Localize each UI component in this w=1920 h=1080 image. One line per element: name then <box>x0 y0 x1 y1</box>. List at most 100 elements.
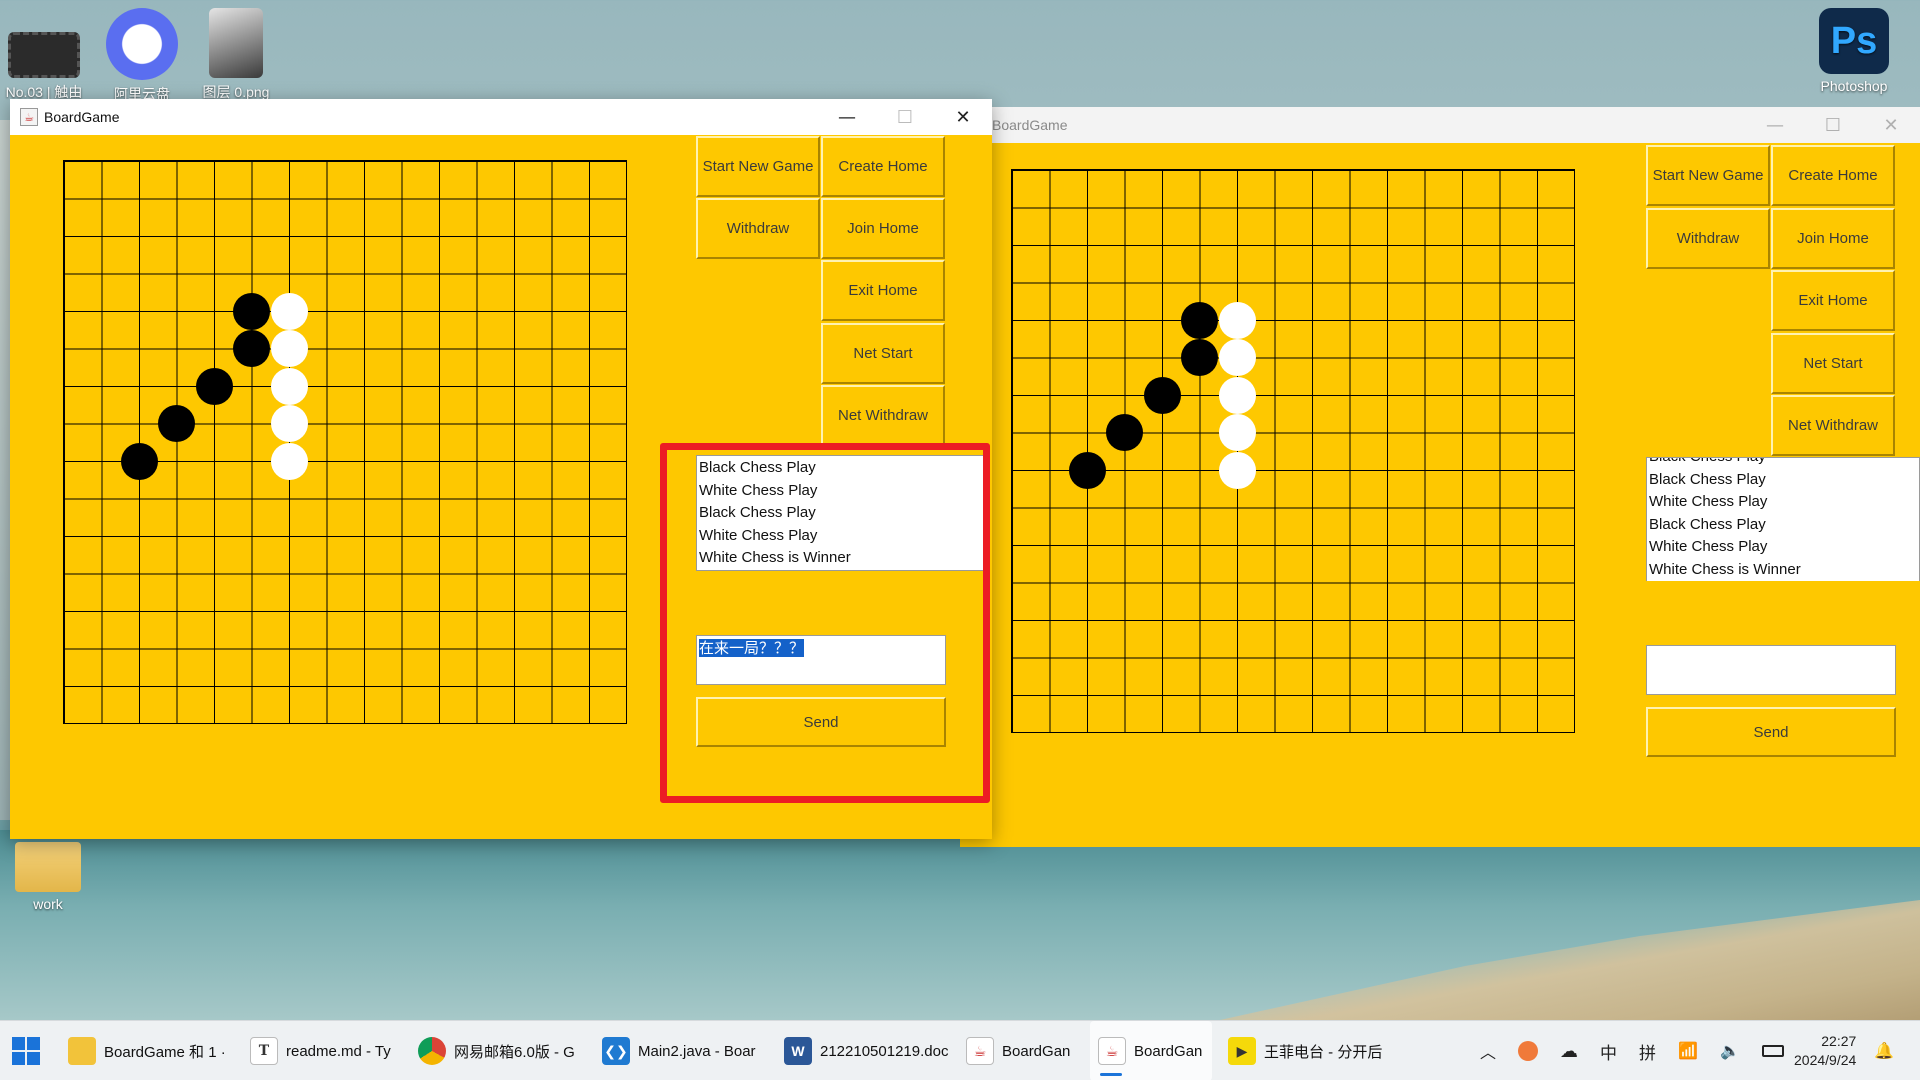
desktop-icon-label: work <box>33 896 63 912</box>
typora-icon: T <box>250 1037 278 1065</box>
window-title: BoardGame <box>992 117 1068 133</box>
log-line: White Chess Play <box>1649 493 1768 510</box>
taskbar-item-vscode[interactable]: ❮❯ Main2.java - Boar <box>602 1021 762 1080</box>
volume-icon[interactable]: 🔈 <box>1720 1041 1740 1061</box>
game-board[interactable] <box>63 160 627 724</box>
white-stone <box>1218 414 1256 451</box>
withdraw-button[interactable]: Withdraw <box>1646 208 1770 269</box>
image-file-icon <box>209 8 263 78</box>
log-line: Black Chess Play <box>1649 470 1766 488</box>
java-app-icon: ☕ <box>20 108 38 126</box>
taskbar-item-label: 网易邮箱6.0版 - G <box>454 1043 575 1061</box>
net-withdraw-button[interactable]: Net Withdraw <box>1771 395 1895 456</box>
java-icon: ☕ <box>1098 1037 1126 1065</box>
photoshop-icon: Ps <box>1819 8 1889 74</box>
create-home-button[interactable]: Create Home <box>1771 145 1895 206</box>
maximize-button[interactable]: ☐ <box>876 99 934 135</box>
word-icon: W <box>784 1037 812 1065</box>
net-start-button[interactable]: Net Start <box>1771 333 1895 394</box>
system-tray: ︿ ☁ 中 拼 📶 🔈 <box>1480 1021 1784 1080</box>
taskbar-item-typora[interactable]: T readme.md - Ty <box>250 1021 400 1080</box>
notification-button[interactable]: 🔔 <box>1874 1021 1894 1080</box>
desktop-icon-video[interactable]: No.03 | 触由 <box>4 8 84 102</box>
taskbar-item-label: 王菲电台 - 分开后 <box>1264 1043 1383 1061</box>
net-withdraw-button[interactable]: Net Withdraw <box>821 385 945 446</box>
chevron-up-icon[interactable]: ︿ <box>1480 1039 1496 1063</box>
taskbar-item-player[interactable]: ▶ 王菲电台 - 分开后 <box>1228 1021 1408 1080</box>
game-board[interactable] <box>1011 169 1575 733</box>
folder-icon <box>68 1037 96 1065</box>
java-icon: ☕ <box>966 1037 994 1065</box>
desktop-icon-label: 图层 0.png <box>202 84 270 100</box>
join-home-button[interactable]: Join Home <box>1771 208 1895 269</box>
join-home-button[interactable]: Join Home <box>821 198 945 259</box>
exit-home-button[interactable]: Exit Home <box>1771 270 1895 331</box>
taskbar-item-explorer[interactable]: BoardGame 和 1 · <box>68 1021 238 1080</box>
window-title: BoardGame <box>44 109 120 125</box>
desktop-icon-work[interactable]: work <box>8 842 88 912</box>
taskbar-item-label: Main2.java - Boar <box>638 1042 756 1060</box>
taskbar-item-label: BoardGan <box>1002 1042 1071 1060</box>
white-stone <box>1218 376 1256 414</box>
log-line: White Chess Play <box>1649 538 1768 555</box>
taskbar-item-chrome[interactable]: 网易邮箱6.0版 - G <box>418 1021 578 1080</box>
message-input[interactable] <box>1646 645 1896 695</box>
maximize-button[interactable]: ☐ <box>1804 107 1862 143</box>
white-stone <box>1218 301 1256 339</box>
log-line: White Chess is Winner <box>1649 560 1801 578</box>
wifi-icon[interactable]: 📶 <box>1678 1041 1698 1061</box>
start-button[interactable] <box>12 1021 40 1080</box>
taskbar-item-label: BoardGan <box>1134 1042 1203 1060</box>
chrome-icon <box>418 1037 446 1065</box>
desktop-icon-image[interactable]: 图层 0.png <box>196 8 276 102</box>
black-stone <box>1106 414 1143 451</box>
white-stone <box>270 367 308 405</box>
create-home-button[interactable]: Create Home <box>821 136 945 197</box>
folder-icon <box>15 842 81 892</box>
desktop-icon-photoshop[interactable]: Ps Photoshop <box>1812 8 1896 94</box>
send-button[interactable]: Send <box>1646 707 1896 757</box>
black-stone <box>1143 376 1181 414</box>
log-line: Black Chess Play <box>1649 458 1917 469</box>
ime-language[interactable]: 中 <box>1600 1039 1617 1064</box>
desktop-icon-aliyun[interactable]: 阿里云盘 <box>102 8 182 104</box>
ime-mode[interactable]: 拼 <box>1639 1039 1656 1064</box>
withdraw-button[interactable]: Withdraw <box>696 198 820 259</box>
white-stone <box>1218 451 1256 489</box>
exit-home-button[interactable]: Exit Home <box>821 260 945 321</box>
battery-icon[interactable] <box>1761 1045 1784 1057</box>
player-icon: ▶ <box>1228 1037 1256 1065</box>
board-grid <box>1012 170 1574 732</box>
boardgame-window-main[interactable]: ☕ BoardGame — ☐ ✕ Start New Game Create … <box>10 99 992 839</box>
close-button[interactable]: ✕ <box>934 99 992 135</box>
tray-app-icon[interactable] <box>1518 1041 1539 1061</box>
taskbar-item-word[interactable]: W 212210501219.doc <box>784 1021 949 1080</box>
black-stone <box>233 330 270 367</box>
taskbar-item-java-2[interactable]: ☕ BoardGan <box>1090 1021 1212 1080</box>
minimize-button[interactable]: — <box>818 99 876 135</box>
active-indicator <box>1100 1073 1122 1076</box>
boardgame-window-secondary[interactable]: BoardGame — ☐ ✕ Start New Game Create Ho… <box>960 107 1920 847</box>
title-bar[interactable]: ☕ BoardGame — ☐ ✕ <box>10 99 992 135</box>
taskbar-item-java-1[interactable]: ☕ BoardGan <box>966 1021 1078 1080</box>
net-start-button[interactable]: Net Start <box>821 323 945 384</box>
clock-date: 2024/9/24 <box>1794 1052 1857 1068</box>
desktop-icon-label: No.03 | 触由 <box>5 84 83 100</box>
black-stone <box>120 442 158 480</box>
desktop-icon-label: Photoshop <box>1820 78 1888 94</box>
video-file-icon <box>8 32 80 78</box>
title-bar[interactable]: BoardGame — ☐ ✕ <box>960 107 1920 143</box>
minimize-button[interactable]: — <box>1746 107 1804 143</box>
start-new-game-button[interactable]: Start New Game <box>696 136 820 197</box>
black-stone <box>1181 339 1218 376</box>
log-line: Black Chess Play <box>1649 515 1766 533</box>
clock-time: 22:27 <box>1821 1033 1857 1049</box>
vscode-icon: ❮❯ <box>602 1037 630 1065</box>
clock[interactable]: 22:27 2024/9/24 <box>1794 1021 1856 1080</box>
bell-icon: 🔔 <box>1874 1043 1894 1060</box>
taskbar-item-label: 212210501219.doc <box>820 1042 949 1060</box>
close-button[interactable]: ✕ <box>1862 107 1920 143</box>
white-stone <box>270 442 308 480</box>
cloud-icon[interactable]: ☁ <box>1560 1041 1578 1062</box>
start-new-game-button[interactable]: Start New Game <box>1646 145 1770 206</box>
